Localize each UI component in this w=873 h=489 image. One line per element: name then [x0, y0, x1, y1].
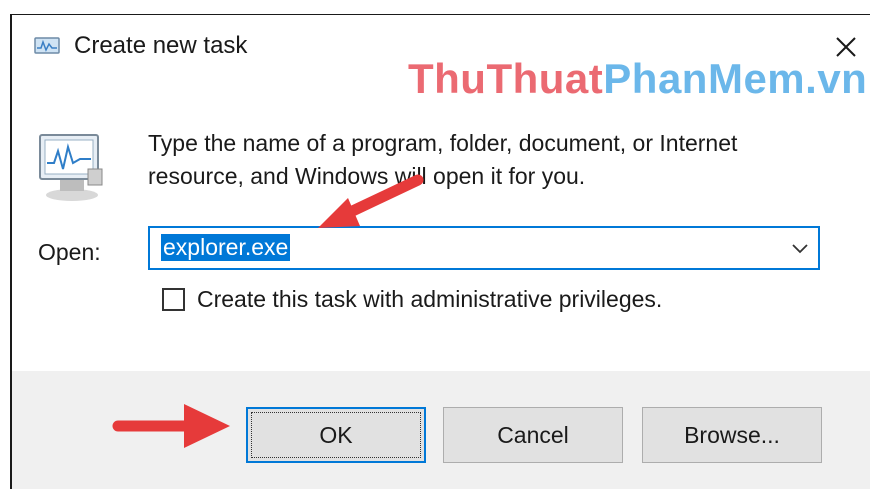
open-combobox[interactable]: explorer.exe: [148, 226, 820, 270]
watermark-part1: ThuThuat: [408, 55, 604, 102]
admin-privileges-label[interactable]: Create this task with administrative pri…: [197, 286, 662, 313]
chevron-down-icon[interactable]: [790, 240, 810, 256]
watermark-part2: PhanMem.vn: [603, 55, 868, 102]
watermark: ThuThuatPhanMem.vn: [408, 55, 867, 103]
browse-button[interactable]: Browse...: [642, 407, 822, 463]
open-input-value[interactable]: explorer.exe: [161, 234, 291, 261]
description-text: Type the name of a program, folder, docu…: [148, 130, 738, 189]
dialog-content: Type the name of a program, folder, docu…: [12, 81, 870, 371]
create-task-dialog: Create new task Type the name of a progr…: [10, 14, 870, 489]
task-manager-icon: [34, 37, 60, 54]
ok-button[interactable]: OK: [246, 407, 426, 463]
run-program-icon: [39, 134, 103, 201]
cancel-button[interactable]: Cancel: [443, 407, 623, 463]
dialog-footer: OK Cancel Browse...: [12, 371, 870, 489]
open-label: Open:: [38, 239, 101, 265]
admin-privileges-checkbox[interactable]: [162, 288, 185, 311]
dialog-title: Create new task: [74, 32, 248, 59]
